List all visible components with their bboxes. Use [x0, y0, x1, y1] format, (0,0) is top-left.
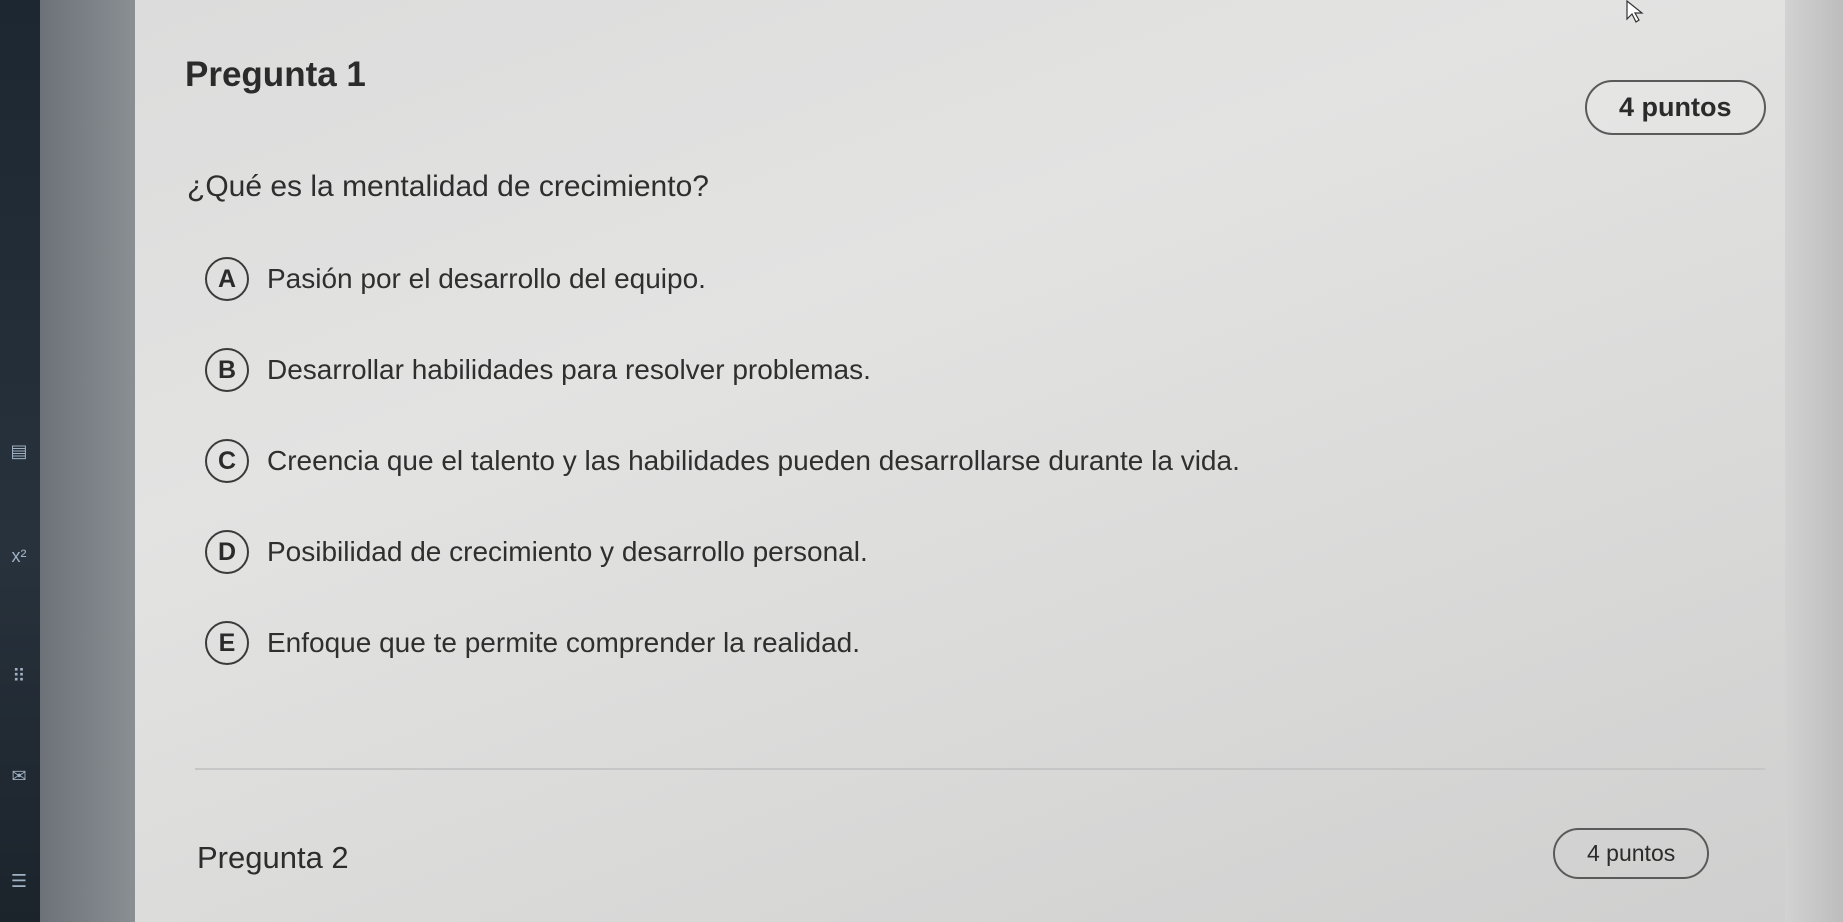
option-label: Enfoque que te permite comprender la rea…: [267, 627, 861, 658]
option-letter[interactable]: D: [205, 530, 249, 574]
option-label: Creencia que el talento y las habilidade…: [267, 445, 1240, 476]
option-letter[interactable]: C: [205, 439, 249, 483]
grid-icon[interactable]: ⠿: [8, 665, 30, 687]
option-c[interactable]: C Creencia que el talento y las habilida…: [205, 437, 1240, 485]
side-panel: [40, 0, 135, 922]
option-b[interactable]: B Desarrollar habilidades para resolver …: [205, 346, 1240, 394]
quiz-page: Pregunta 1 4 puntos ¿Qué es la mentalida…: [135, 0, 1785, 922]
question-1-points-badge: 4 puntos: [1585, 80, 1766, 135]
option-label: Posibilidad de crecimiento y desarrollo …: [267, 536, 868, 567]
list-icon[interactable]: ☰: [8, 870, 30, 892]
formula-icon[interactable]: x²: [8, 545, 30, 567]
option-e[interactable]: E Enfoque que te permite comprender la r…: [205, 619, 1240, 667]
question-divider: [195, 768, 1765, 770]
question-2-title: Pregunta 2: [197, 840, 349, 875]
left-rail: ▤ x² ⠿ ✉ ☰: [0, 0, 40, 922]
option-letter[interactable]: A: [205, 257, 249, 301]
option-a[interactable]: A Pasión por el desarrollo del equipo.: [205, 255, 1240, 303]
option-letter[interactable]: E: [205, 621, 249, 665]
right-edge: [1785, 0, 1843, 922]
option-d[interactable]: D Posibilidad de crecimiento y desarroll…: [205, 528, 1240, 576]
option-label: Desarrollar habilidades para resolver pr…: [267, 354, 871, 385]
question-2-points-badge: 4 puntos: [1553, 828, 1710, 879]
question-1-title: Pregunta 1: [185, 55, 366, 94]
question-1-text: ¿Qué es la mentalidad de crecimiento?: [187, 170, 709, 203]
document-icon[interactable]: ▤: [8, 440, 30, 462]
option-label: Pasión por el desarrollo del equipo.: [267, 263, 706, 294]
mouse-cursor-icon: [1626, 0, 1644, 23]
answer-options: A Pasión por el desarrollo del equipo. B…: [205, 255, 1240, 710]
option-letter[interactable]: B: [205, 348, 249, 392]
mail-icon[interactable]: ✉: [8, 765, 30, 787]
